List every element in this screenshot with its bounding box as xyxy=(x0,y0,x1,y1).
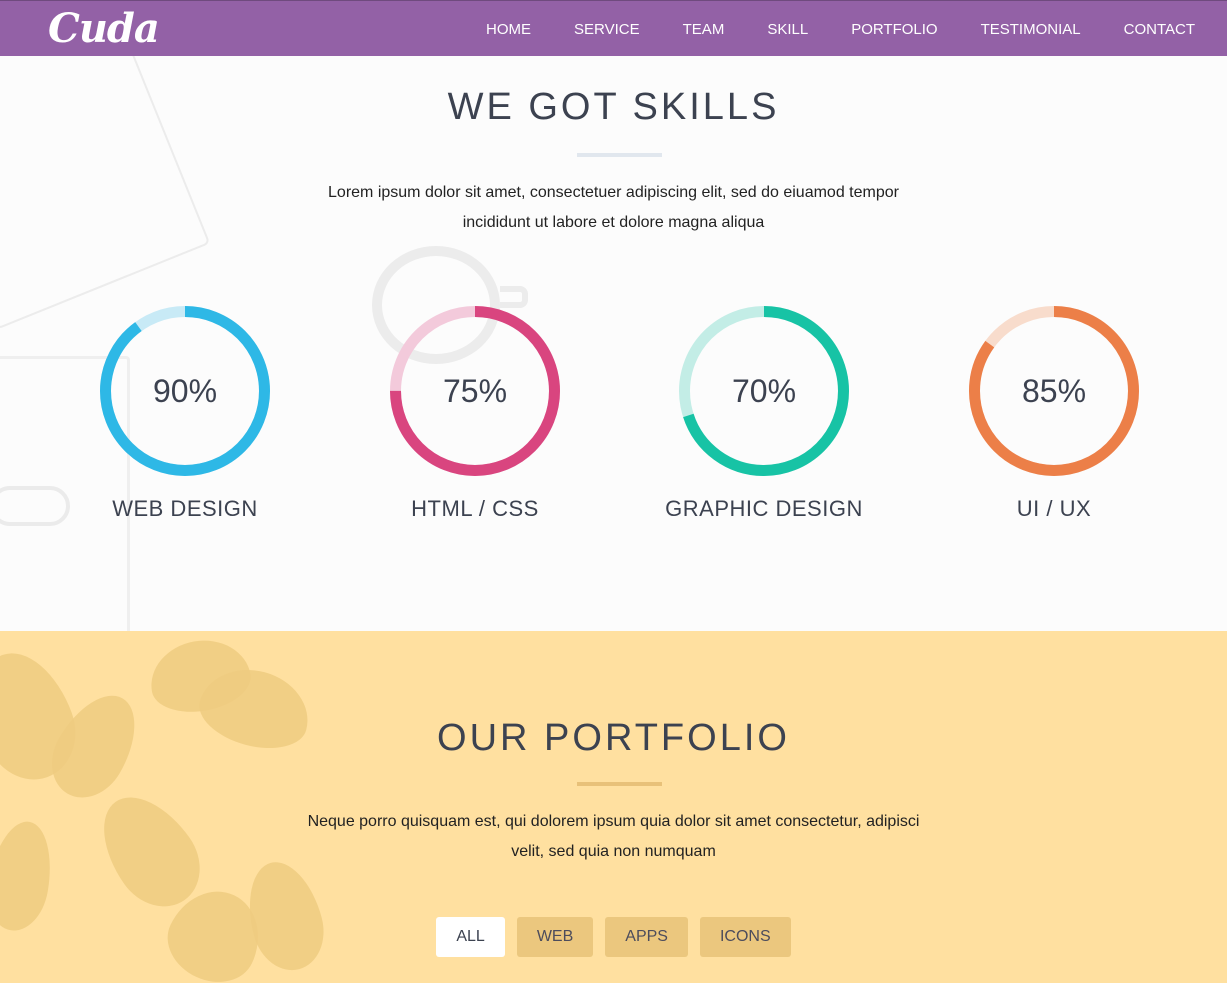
skill-item-graphic-design: 70% GRAPHIC DESIGN xyxy=(634,306,894,522)
nav-item-service[interactable]: SERVICE xyxy=(574,21,640,38)
portfolio-description: Neque porro quisquam est, qui dolorem ip… xyxy=(0,807,1227,867)
portfolio-title: OUR PORTFOLIO xyxy=(437,717,790,759)
skill-percent: 85% xyxy=(1021,373,1087,409)
navbar: Cuda HOME SERVICE TEAM SKILL PORTFOLIO T… xyxy=(0,0,1227,56)
logo[interactable]: Cuda xyxy=(48,5,160,52)
background-cup-handle-decoration xyxy=(500,286,528,308)
skill-label: WEB DESIGN xyxy=(112,496,258,521)
skill-percent: 90% xyxy=(152,373,218,409)
skill-progress-ring: 75% xyxy=(390,306,560,476)
nav-item-team[interactable]: TEAM xyxy=(683,21,725,38)
filter-icons-button[interactable]: ICONS xyxy=(699,917,791,957)
skills-title-divider xyxy=(577,153,662,157)
skills-title: WE GOT SKILLS xyxy=(447,86,780,128)
skill-label: UI / UX xyxy=(1016,496,1092,521)
skill-label: HTML / CSS xyxy=(411,496,539,521)
skill-percent: 75% xyxy=(442,373,508,409)
portfolio-description-line-1: Neque porro quisquam est, qui dolorem ip… xyxy=(307,813,920,830)
portfolio-filters: ALL WEB APPS ICONS xyxy=(0,917,1227,957)
filter-web-button[interactable]: WEB xyxy=(516,917,594,957)
nav-item-home[interactable]: HOME xyxy=(486,21,531,38)
skill-progress-ring: 90% xyxy=(100,306,270,476)
skill-progress-ring: 85% xyxy=(969,306,1139,476)
filter-apps-button[interactable]: APPS xyxy=(605,917,688,957)
portfolio-section: OUR PORTFOLIO Neque porro quisquam est, … xyxy=(0,631,1227,983)
nav-item-contact[interactable]: CONTACT xyxy=(1124,21,1195,38)
nav-item-portfolio[interactable]: PORTFOLIO xyxy=(851,21,937,38)
skill-item-ui-ux: 85% UI / UX xyxy=(924,306,1184,522)
skills-section: WE GOT SKILLS Lorem ipsum dolor sit amet… xyxy=(0,56,1227,631)
nav-item-skill[interactable]: SKILL xyxy=(767,21,808,38)
skill-label: GRAPHIC DESIGN xyxy=(665,496,863,521)
skills-description-line-1: Lorem ipsum dolor sit amet, consectetuer… xyxy=(328,184,899,201)
portfolio-description-line-2: velit, sed quia non numquam xyxy=(511,843,716,860)
filter-all-button[interactable]: ALL xyxy=(436,917,505,957)
nav-item-testimonial[interactable]: TESTIMONIAL xyxy=(981,21,1081,38)
nav-menu: HOME SERVICE TEAM SKILL PORTFOLIO TESTIM… xyxy=(443,1,1195,57)
skill-item-web-design: 90% WEB DESIGN xyxy=(55,306,315,522)
skill-item-html-css: 75% HTML / CSS xyxy=(345,306,605,522)
skill-percent: 70% xyxy=(731,373,797,409)
skills-description: Lorem ipsum dolor sit amet, consectetuer… xyxy=(0,178,1227,238)
skills-description-line-2: incididunt ut labore et dolore magna ali… xyxy=(462,214,765,231)
skill-progress-ring: 70% xyxy=(679,306,849,476)
portfolio-title-divider xyxy=(577,782,662,786)
